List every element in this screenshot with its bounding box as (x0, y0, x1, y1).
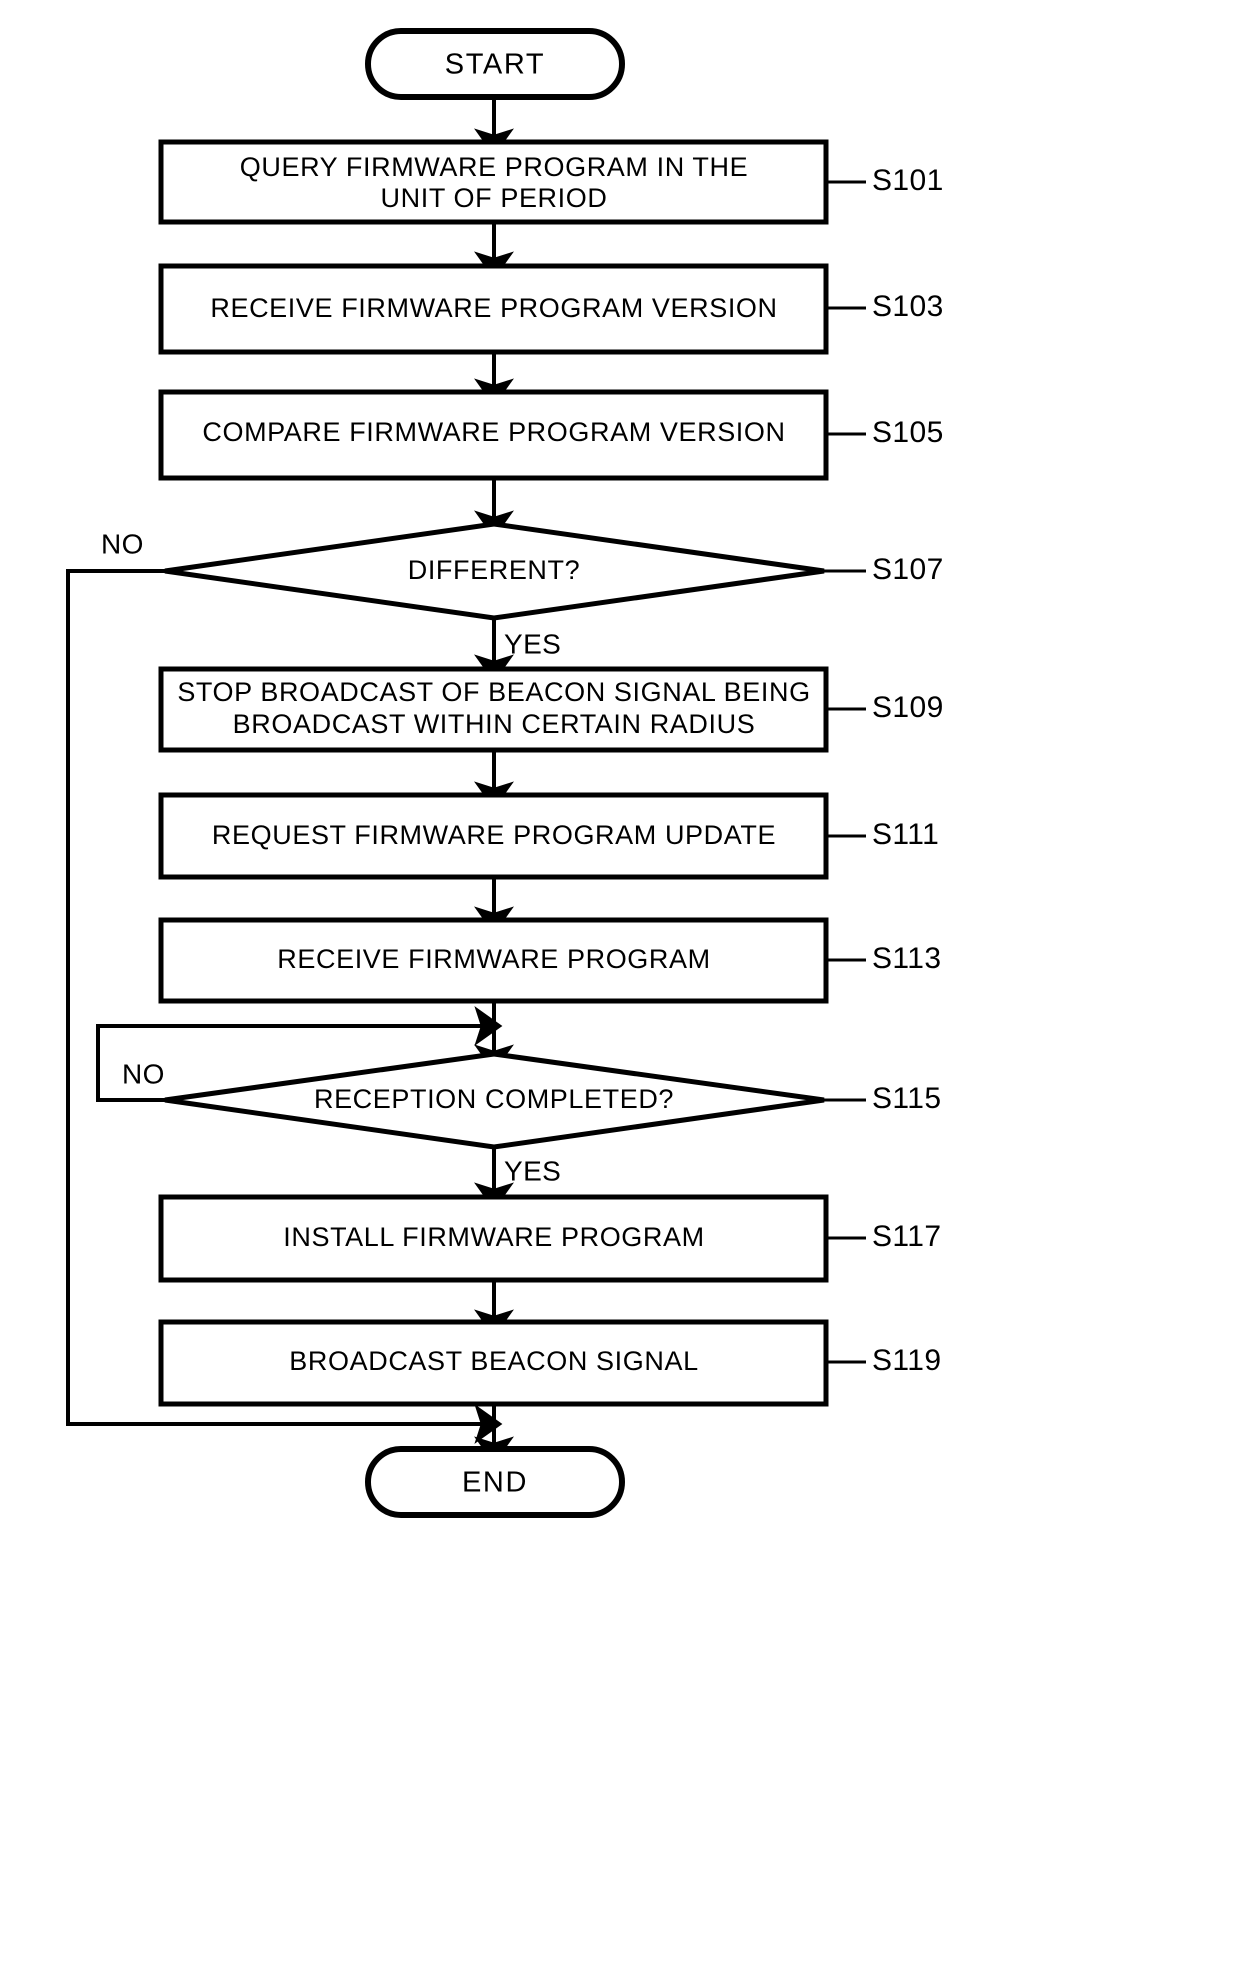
step-ref-s103: S103 (872, 290, 944, 323)
step-ref-s117: S117 (872, 1220, 941, 1253)
s113-label: RECEIVE FIRMWARE PROGRAM (277, 944, 710, 974)
s115-label: RECEPTION COMPLETED? (314, 1084, 674, 1114)
process-s109: STOP BROADCAST OF BEACON SIGNAL BEING BR… (158, 666, 829, 753)
start-label: START (445, 49, 545, 81)
s109-label-line-1: STOP BROADCAST OF BEACON SIGNAL BEING (177, 677, 810, 707)
process-s117: INSTALL FIRMWARE PROGRAM (158, 1194, 829, 1283)
step-ref-s115: S115 (872, 1082, 941, 1115)
step-ref-s107: S107 (872, 553, 944, 586)
step-ref-s105: S105 (872, 416, 944, 449)
end-label: END (462, 1467, 528, 1499)
process-s103: RECEIVE FIRMWARE PROGRAM VERSION (158, 263, 829, 355)
step-ref-s101: S101 (872, 164, 944, 197)
s111-label: REQUEST FIRMWARE PROGRAM UPDATE (212, 820, 776, 850)
flowchart-svg: START QUERY FIRMWARE PROGRAM IN THE UNIT… (66, 28, 944, 1518)
process-s105: COMPARE FIRMWARE PROGRAM VERSION (158, 389, 829, 481)
s107-label: DIFFERENT? (408, 555, 581, 585)
s103-label: RECEIVE FIRMWARE PROGRAM VERSION (210, 293, 777, 323)
flowchart-canvas: START QUERY FIRMWARE PROGRAM IN THE UNIT… (0, 0, 1247, 1965)
decision-s107: DIFFERENT? (164, 521, 825, 621)
s105-label: COMPARE FIRMWARE PROGRAM VERSION (202, 417, 785, 447)
branch-label-s115-no: NO (122, 1058, 165, 1089)
process-s113: RECEIVE FIRMWARE PROGRAM (158, 917, 829, 1004)
s109-label-line-2: BROADCAST WITHIN CERTAIN RADIUS (233, 709, 756, 739)
step-ref-s109: S109 (872, 691, 944, 724)
branch-label-s107-no: NO (101, 528, 144, 559)
terminator-start: START (365, 28, 625, 100)
terminator-end: END (365, 1446, 625, 1518)
branch-label-s115-yes: YES (504, 1155, 561, 1186)
step-ref-s113: S113 (872, 942, 941, 975)
process-s111: REQUEST FIRMWARE PROGRAM UPDATE (158, 792, 829, 880)
process-s101: QUERY FIRMWARE PROGRAM IN THE UNIT OF PE… (158, 139, 829, 225)
step-ref-s119: S119 (872, 1344, 941, 1377)
s119-label: BROADCAST BEACON SIGNAL (289, 1346, 698, 1376)
s101-label-line-2: UNIT OF PERIOD (381, 183, 608, 213)
step-ref-s111: S111 (872, 818, 939, 851)
s117-label: INSTALL FIRMWARE PROGRAM (283, 1222, 704, 1252)
s101-label-line-1: QUERY FIRMWARE PROGRAM IN THE (240, 152, 748, 182)
branch-label-s107-yes: YES (504, 628, 561, 659)
decision-s115: RECEPTION COMPLETED? (164, 1051, 825, 1150)
process-s119: BROADCAST BEACON SIGNAL (158, 1319, 829, 1407)
